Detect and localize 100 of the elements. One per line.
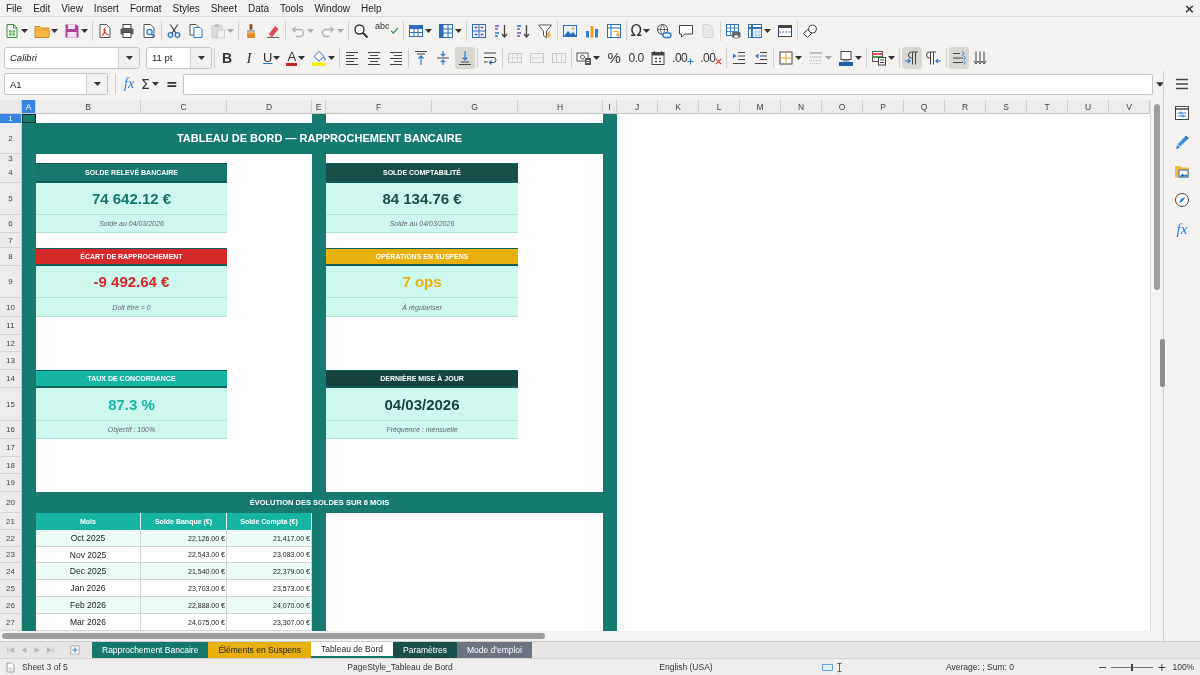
column-header[interactable]: G	[432, 100, 518, 114]
column-header[interactable]: K	[658, 100, 699, 114]
horizontal-scrollbar[interactable]	[2, 633, 545, 639]
percent-button[interactable]: %	[604, 46, 625, 69]
font-name-field[interactable]: Calibri	[4, 46, 140, 69]
menu-icon[interactable]	[1174, 76, 1190, 92]
row-header[interactable]: 11	[0, 317, 22, 335]
row-header[interactable]: 23	[0, 547, 22, 563]
column-header[interactable]: E	[312, 100, 326, 114]
italic-button[interactable]: I	[239, 46, 259, 69]
column-header[interactable]: J	[617, 100, 658, 114]
column-header[interactable]: L	[699, 100, 740, 114]
formula-input-field[interactable]	[182, 73, 1153, 95]
special-character-button[interactable]: Ω	[628, 19, 652, 42]
row-header[interactable]: 15	[0, 388, 22, 421]
sum-button[interactable]: Σ	[139, 74, 161, 94]
column-header[interactable]: Q	[904, 100, 945, 114]
row-header[interactable]: 5	[0, 183, 22, 215]
zoom-out-button[interactable]: −	[1098, 661, 1108, 673]
properties-icon[interactable]	[1174, 105, 1190, 121]
sheet-tab[interactable]: Éléments en Suspens	[208, 642, 312, 658]
menu-item[interactable]: Help	[361, 1, 382, 15]
add-sheet-icon[interactable]	[70, 645, 80, 655]
row-header[interactable]: 25	[0, 580, 22, 597]
gallery-icon[interactable]	[1174, 163, 1190, 179]
column-header[interactable]: S	[986, 100, 1027, 114]
sidebar-collapse-handle[interactable]	[1160, 339, 1165, 387]
font-size-field[interactable]: 11 pt	[146, 46, 212, 69]
row-header[interactable]: 6	[0, 215, 22, 233]
row-header[interactable]: 1	[0, 114, 22, 123]
column-header[interactable]: B	[36, 100, 141, 114]
zoom-slider-thumb[interactable]	[1131, 663, 1134, 671]
column-header[interactable]: I	[603, 100, 617, 114]
row-header[interactable]: 9	[0, 266, 22, 298]
menu-item[interactable]: Window	[314, 1, 350, 15]
number-button[interactable]: 0.0	[626, 46, 647, 69]
row-header[interactable]: 21	[0, 513, 22, 530]
column-header[interactable]: A	[22, 100, 36, 114]
add-decimal-button[interactable]: .00	[670, 46, 697, 69]
row-header[interactable]: 22	[0, 530, 22, 547]
column-header[interactable]: F	[326, 100, 432, 114]
menu-item[interactable]: Format	[129, 1, 162, 15]
text-direction-button[interactable]	[949, 46, 970, 69]
menu-item[interactable]: Insert	[93, 1, 119, 15]
column-header[interactable]: H	[518, 100, 603, 114]
row-header[interactable]: 13	[0, 352, 22, 370]
menu-item[interactable]: Data	[247, 1, 270, 15]
sheet-tab[interactable]: Paramètres	[393, 642, 457, 658]
column-header[interactable]: M	[740, 100, 781, 114]
row-header[interactable]: 2	[0, 123, 22, 154]
sheet-tab[interactable]: Tableau de Bord	[311, 642, 393, 658]
row-header[interactable]: 24	[0, 563, 22, 580]
zoom-in-button[interactable]: +	[1157, 661, 1167, 673]
row-header[interactable]: 18	[0, 457, 22, 474]
menu-item[interactable]: Tools	[280, 1, 304, 15]
menu-item[interactable]: View	[61, 1, 83, 15]
spelling-button[interactable]: abc	[373, 19, 401, 42]
sheet-tab[interactable]: Mode d'emploi	[456, 642, 532, 658]
expand-icon[interactable]	[1155, 81, 1164, 87]
font-color-button[interactable]: A	[284, 46, 308, 69]
align-bottom-button[interactable]	[455, 46, 476, 69]
formula-button[interactable]: =	[163, 74, 180, 94]
sheet-tab[interactable]: Rapprochement Bancaire	[92, 642, 209, 658]
menu-item[interactable]: Styles	[172, 1, 200, 15]
row-header[interactable]: 8	[0, 248, 22, 266]
row-header[interactable]: 4	[0, 163, 22, 183]
row-header[interactable]: 10	[0, 298, 22, 317]
delete-decimal-button[interactable]: .00	[698, 46, 725, 69]
function-wizard-button[interactable]: fx	[122, 74, 137, 94]
row-header[interactable]: 19	[0, 474, 22, 492]
pen-icon[interactable]	[1174, 134, 1190, 150]
column-header[interactable]: O	[822, 100, 863, 114]
column-header[interactable]: D	[227, 100, 312, 114]
column-header[interactable]: R	[945, 100, 986, 114]
column-header[interactable]: U	[1068, 100, 1109, 114]
compass-icon[interactable]	[1174, 192, 1190, 208]
bold-button[interactable]: B	[217, 46, 237, 69]
column-header[interactable]: C	[141, 100, 227, 114]
table-arrow-icon	[605, 22, 622, 39]
menu-item[interactable]: File	[6, 1, 23, 15]
row-header[interactable]: 27	[0, 614, 22, 631]
vertical-scrollbar[interactable]	[1154, 104, 1160, 290]
row-header[interactable]: 26	[0, 597, 22, 614]
column-header[interactable]: V	[1109, 100, 1150, 114]
row-header[interactable]: 12	[0, 335, 22, 352]
row-header[interactable]: 20	[0, 492, 22, 513]
row-header[interactable]: 7	[0, 233, 22, 248]
functions-button[interactable]: fx	[1176, 221, 1188, 237]
row-header[interactable]: 16	[0, 421, 22, 439]
column-header[interactable]: N	[781, 100, 822, 114]
row-header[interactable]: 17	[0, 439, 22, 457]
column-header[interactable]: T	[1027, 100, 1068, 114]
name-box-field[interactable]: A1	[4, 73, 108, 95]
close-document-button[interactable]: ×	[1184, 1, 1195, 15]
menu-item[interactable]: Edit	[33, 1, 51, 15]
left-to-right-button[interactable]	[902, 46, 923, 69]
row-header[interactable]: 14	[0, 370, 22, 388]
column-header[interactable]: P	[863, 100, 904, 114]
menu-item[interactable]: Sheet	[210, 1, 237, 15]
underline-button[interactable]: U	[261, 46, 283, 69]
